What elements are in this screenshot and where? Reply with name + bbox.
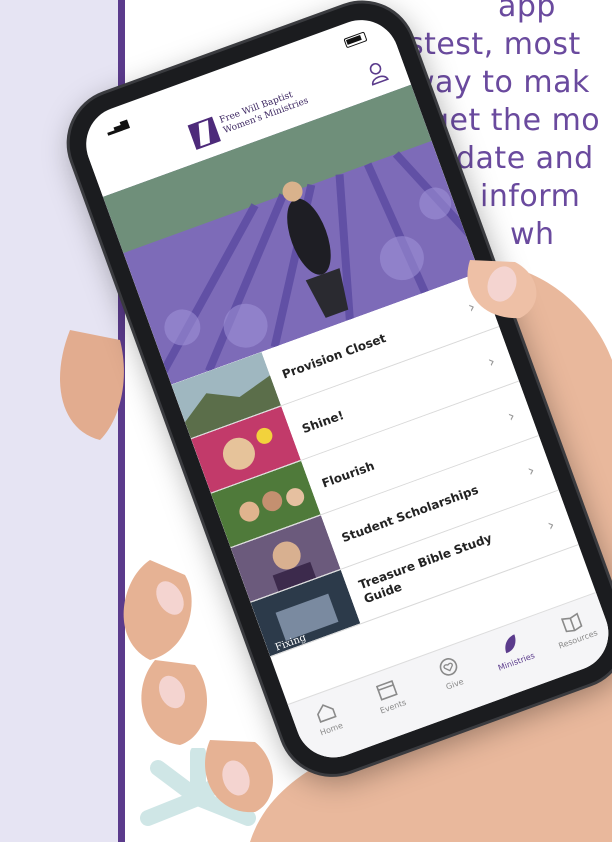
- book-icon: [561, 612, 583, 633]
- chevron-right-icon: ›: [485, 351, 498, 372]
- copy-line-3: way to mak: [410, 65, 590, 100]
- chevron-right-icon: ›: [465, 296, 478, 317]
- tab-home[interactable]: Home: [293, 691, 361, 743]
- leaf-icon: [504, 634, 516, 654]
- decorative-asterisk-icon: [140, 748, 256, 826]
- tab-give[interactable]: Give: [417, 646, 485, 698]
- calendar-icon: [376, 679, 399, 701]
- battery-icon: [343, 31, 368, 49]
- tab-label: Give: [444, 676, 465, 692]
- chevron-right-icon: ›: [524, 460, 538, 481]
- heart-icon: [439, 658, 458, 676]
- tab-ministries[interactable]: Ministries: [478, 624, 546, 676]
- copy-line-1: app: [498, 0, 556, 24]
- home-icon: [316, 704, 337, 724]
- menu-item-label: Flourish: [319, 458, 377, 491]
- menu-item-label: Shine!: [299, 407, 346, 436]
- signal-icon: ▂▄▆: [104, 117, 131, 137]
- copy-line-7: wh: [510, 217, 555, 252]
- chevron-right-icon: ›: [544, 514, 558, 535]
- copy-line-5: date and: [456, 141, 594, 176]
- user-icon[interactable]: [364, 59, 390, 87]
- tab-events[interactable]: Events: [355, 669, 423, 721]
- copy-line-6: inform: [480, 179, 581, 214]
- logo-mark-icon: [187, 116, 221, 150]
- copy-line-4: get the mo: [430, 103, 601, 138]
- chevron-right-icon: ›: [504, 405, 518, 426]
- tab-resources[interactable]: Resources: [540, 601, 608, 653]
